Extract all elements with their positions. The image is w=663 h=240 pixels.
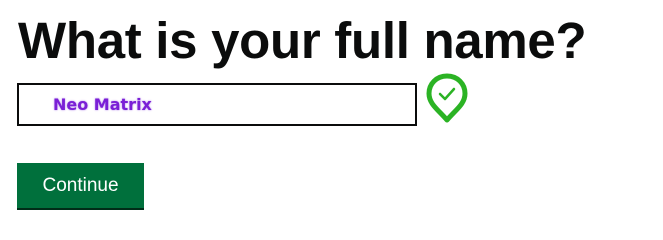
full-name-input[interactable]: Neo Matrix bbox=[17, 83, 417, 126]
page-title: What is your full name? bbox=[18, 12, 587, 69]
continue-button-label: Continue bbox=[42, 175, 119, 196]
continue-button[interactable]: Continue bbox=[17, 163, 144, 208]
check-pin-icon bbox=[426, 73, 468, 123]
full-name-value: Neo Matrix bbox=[53, 95, 152, 114]
